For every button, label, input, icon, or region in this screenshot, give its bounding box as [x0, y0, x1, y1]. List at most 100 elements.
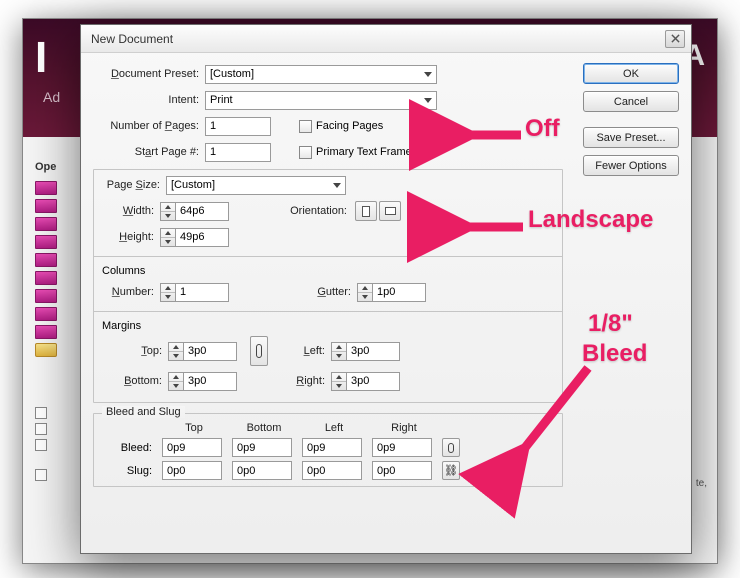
intent-value: Print	[210, 94, 233, 106]
bleed-top-input[interactable]	[162, 438, 222, 457]
width-input[interactable]	[180, 203, 224, 220]
height-input[interactable]	[180, 229, 224, 246]
chain-link-icon	[448, 443, 454, 453]
document-preset-select[interactable]: [Custom]	[205, 65, 437, 84]
width-label: Width:	[102, 205, 160, 217]
bg-recent-item	[35, 325, 57, 339]
orientation-landscape-button[interactable]	[379, 201, 401, 221]
ok-button[interactable]: OK	[583, 63, 679, 84]
dialog-title: New Document	[87, 32, 173, 46]
bg-brand-text: Ad	[43, 89, 60, 105]
margin-bottom-label: Bottom:	[102, 375, 168, 387]
gutter-label: Gutter:	[229, 286, 357, 298]
intent-label: Intent:	[93, 94, 205, 106]
start-page-label: Start Page #:	[93, 146, 205, 158]
margin-left-stepper[interactable]	[331, 342, 400, 361]
orientation-portrait-button[interactable]	[355, 201, 377, 221]
margin-right-input[interactable]	[351, 373, 395, 390]
page-size-label: Page Size:	[102, 179, 166, 191]
margin-left-input[interactable]	[351, 343, 395, 360]
bs-head-bottom: Bottom	[232, 422, 296, 434]
bg-recent-item	[35, 217, 57, 231]
chevron-down-icon	[333, 183, 341, 188]
bg-recent-item	[35, 253, 57, 267]
bleed-label: Bleed:	[102, 442, 156, 454]
facing-pages-checkbox[interactable]	[299, 120, 312, 133]
margin-right-stepper[interactable]	[331, 372, 400, 391]
bg-recent-item	[35, 271, 57, 285]
margin-top-label: Top:	[102, 345, 168, 357]
primary-text-frame-label: Primary Text Frame	[316, 146, 412, 158]
facing-pages-label: Facing Pages	[316, 120, 383, 132]
chain-link-icon	[256, 344, 262, 358]
gutter-input[interactable]	[377, 284, 421, 301]
bleed-link-button[interactable]	[442, 438, 460, 457]
unlink-icon: ⛓	[444, 464, 458, 477]
bs-head-top: Top	[162, 422, 226, 434]
bg-clipped-text: te,	[696, 478, 707, 489]
bg-recent-item	[35, 235, 57, 249]
dialog-button-column: OK Cancel Save Preset... Fewer Options	[583, 63, 679, 183]
cancel-button[interactable]: Cancel	[583, 91, 679, 112]
fewer-options-button[interactable]: Fewer Options	[583, 155, 679, 176]
margin-top-input[interactable]	[188, 343, 232, 360]
col-number-label: Number:	[102, 286, 160, 298]
bleed-left-input[interactable]	[302, 438, 362, 457]
close-icon	[671, 34, 680, 43]
page-size-group: Page Size: [Custom] Width: Orientation:	[93, 169, 563, 403]
chevron-down-icon	[424, 98, 432, 103]
margin-right-label: Right:	[281, 375, 331, 387]
bleed-slug-heading: Bleed and Slug	[102, 406, 185, 418]
portrait-icon	[362, 206, 370, 217]
dialog-titlebar[interactable]: New Document	[81, 25, 691, 53]
width-stepper[interactable]	[160, 202, 229, 221]
bg-recent-item	[35, 289, 57, 303]
doc-preset-label: Document Preset:	[93, 68, 205, 80]
new-document-dialog: New Document Document Preset: [Custom] I…	[80, 24, 692, 554]
col-number-stepper[interactable]	[160, 283, 229, 302]
margins-link-button[interactable]	[250, 336, 268, 366]
orientation-label: Orientation:	[229, 205, 353, 217]
bg-recent-item	[35, 199, 57, 213]
bg-checkbox	[35, 423, 47, 435]
margins-heading: Margins	[102, 320, 554, 332]
page-size-value: [Custom]	[171, 179, 215, 191]
slug-left-input[interactable]	[302, 461, 362, 480]
margin-left-label: Left:	[281, 345, 331, 357]
height-stepper[interactable]	[160, 228, 229, 247]
save-preset-button[interactable]: Save Preset...	[583, 127, 679, 148]
bs-head-left: Left	[302, 422, 366, 434]
slug-right-input[interactable]	[372, 461, 432, 480]
page-size-select[interactable]: [Custom]	[166, 176, 346, 195]
columns-heading: Columns	[102, 265, 554, 277]
slug-link-button[interactable]: ⛓	[442, 461, 460, 480]
bg-checkbox	[35, 469, 47, 481]
landscape-icon	[385, 207, 396, 215]
bg-open-folder	[35, 343, 57, 357]
bg-recent-item	[35, 307, 57, 321]
num-pages-input[interactable]	[205, 117, 271, 136]
margin-top-stepper[interactable]	[168, 342, 237, 361]
start-page-input[interactable]	[205, 143, 271, 162]
gutter-stepper[interactable]	[357, 283, 426, 302]
dialog-close-button[interactable]	[665, 30, 685, 48]
slug-label: Slug:	[102, 465, 156, 477]
bs-head-right: Right	[372, 422, 436, 434]
chevron-down-icon	[424, 72, 432, 77]
col-number-input[interactable]	[180, 284, 224, 301]
document-preset-value: [Custom]	[210, 68, 254, 80]
slug-bottom-input[interactable]	[232, 461, 292, 480]
bg-app-logo: I	[35, 33, 47, 83]
height-label: Height:	[102, 231, 160, 243]
bg-checkbox	[35, 407, 47, 419]
bleed-right-input[interactable]	[372, 438, 432, 457]
bleed-slug-group: Bleed and Slug Top Bottom Left Right Ble…	[93, 413, 563, 487]
intent-select[interactable]: Print	[205, 91, 437, 110]
slug-top-input[interactable]	[162, 461, 222, 480]
bg-checkbox	[35, 439, 47, 451]
margin-bottom-stepper[interactable]	[168, 372, 237, 391]
primary-text-frame-checkbox[interactable]	[299, 146, 312, 159]
margin-bottom-input[interactable]	[188, 373, 232, 390]
bleed-bottom-input[interactable]	[232, 438, 292, 457]
num-pages-label: Number of Pages:	[93, 120, 205, 132]
